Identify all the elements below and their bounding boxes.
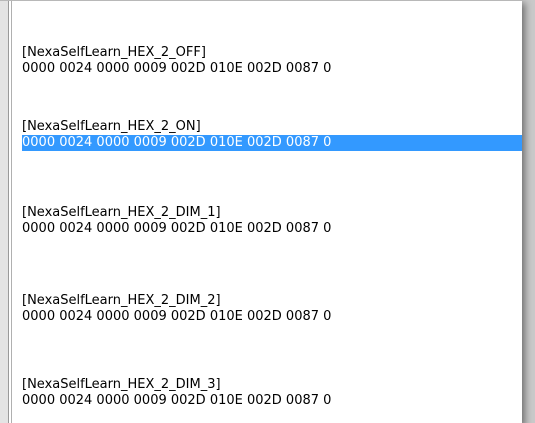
config-entry-off: [NexaSelfLearn_HEX_2_OFF] 0000 0024 0000… — [22, 45, 522, 77]
text-editor-page[interactable]: [NexaSelfLearn_HEX_2_OFF] 0000 0024 0000… — [0, 0, 522, 423]
hex-data-line[interactable]: 0000 0024 0000 0009 002D 010E 002D 0087 … — [22, 309, 522, 325]
section-header[interactable]: [NexaSelfLearn_HEX_2_DIM_2] — [22, 293, 522, 309]
hex-data-line-selected[interactable]: 0000 0024 0000 0009 002D 010E 002D 0087 … — [22, 135, 522, 151]
hex-data-line[interactable]: 0000 0024 0000 0009 002D 010E 002D 0087 … — [22, 61, 522, 77]
editor-gutter — [0, 1, 9, 423]
editor-content[interactable]: [NexaSelfLearn_HEX_2_OFF] 0000 0024 0000… — [22, 1, 522, 423]
config-entry-dim-1: [NexaSelfLearn_HEX_2_DIM_1] 0000 0024 00… — [22, 205, 522, 237]
section-header[interactable]: [NexaSelfLearn_HEX_2_OFF] — [22, 45, 522, 61]
hex-data-line[interactable]: 0000 0024 0000 0009 002D 010E 002D 0087 … — [22, 393, 522, 409]
section-header[interactable]: [NexaSelfLearn_HEX_2_DIM_3] — [22, 377, 522, 393]
hex-data-line[interactable]: 0000 0024 0000 0009 002D 010E 002D 0087 … — [22, 221, 522, 237]
gutter-divider — [11, 1, 12, 423]
config-entry-dim-3: [NexaSelfLearn_HEX_2_DIM_3] 0000 0024 00… — [22, 377, 522, 409]
section-header[interactable]: [NexaSelfLearn_HEX_2_DIM_1] — [22, 205, 522, 221]
section-header[interactable]: [NexaSelfLearn_HEX_2_ON] — [22, 119, 522, 135]
editor-window: [NexaSelfLearn_HEX_2_OFF] 0000 0024 0000… — [0, 0, 535, 423]
config-entry-dim-2: [NexaSelfLearn_HEX_2_DIM_2] 0000 0024 00… — [22, 293, 522, 325]
config-entry-on: [NexaSelfLearn_HEX_2_ON] 0000 0024 0000 … — [22, 119, 522, 151]
